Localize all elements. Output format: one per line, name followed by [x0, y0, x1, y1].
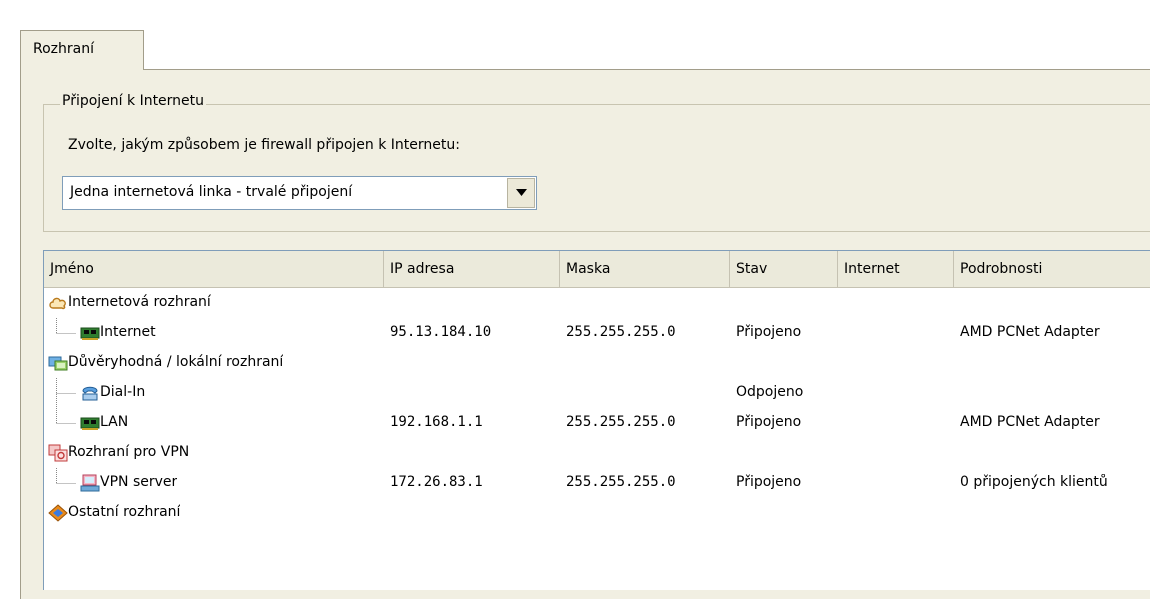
tab-rozhrani[interactable]: Rozhraní: [20, 30, 144, 70]
ip-cell: 172.26.83.1: [390, 474, 483, 490]
name-cell: Důvěryhodná / lokální rozhraní: [68, 354, 284, 370]
mask-cell: 255.255.255.0: [566, 324, 676, 340]
name-cell: Internetová rozhraní: [68, 294, 211, 310]
column-header-name[interactable]: Jméno: [44, 251, 384, 287]
name-cell: Dial-In: [100, 384, 146, 400]
status-cell: Odpojeno: [736, 384, 804, 400]
tree-connector: [56, 378, 76, 408]
interfaces-list[interactable]: Jméno IP adresa Maska Stav Internet Podr…: [43, 250, 1150, 590]
column-header-status[interactable]: Stav: [730, 251, 838, 287]
chevron-down-icon: [516, 189, 527, 196]
tree-connector: [56, 468, 76, 498]
table-row[interactable]: Internetová rozhraní: [44, 288, 1150, 318]
connection-mode-value: Jedna internetová linka - trvalé připoje…: [70, 184, 353, 200]
ip-cell: 192.168.1.1: [390, 414, 483, 430]
table-row[interactable]: Internet 95.13.184.10 255.255.255.0 Připoje…: [44, 318, 1150, 348]
name-cell: VPN server: [100, 474, 178, 490]
other-interfaces-icon: [48, 504, 68, 522]
status-cell: Připojeno: [736, 414, 802, 430]
name-cell: Ostatní rozhraní: [68, 504, 181, 520]
table-row[interactable]: Rozhraní pro VPN: [44, 438, 1150, 468]
connection-prompt: Zvolte, jakým způsobem je firewall připo…: [68, 137, 460, 153]
table-row[interactable]: VPN server 172.26.83.1 255.255.255.0 Připoj…: [44, 468, 1150, 498]
vpn-server-icon: [80, 474, 100, 492]
dropdown-button[interactable]: [507, 178, 535, 208]
column-header-internet[interactable]: Internet: [838, 251, 954, 287]
tab-label: Rozhraní: [33, 41, 94, 57]
computers-icon: [48, 354, 68, 372]
details-cell: AMD PCNet Adapter: [960, 324, 1100, 340]
table-row[interactable]: LAN 192.168.1.1 255.255.255.0 Připojeno AMD …: [44, 408, 1150, 438]
list-header: Jméno IP adresa Maska Stav Internet Podr…: [44, 251, 1150, 288]
connection-groupbox: [43, 104, 1150, 232]
name-cell: Rozhraní pro VPN: [68, 444, 190, 460]
connection-group-title: Připojení k Internetu: [60, 93, 207, 109]
name-cell: LAN: [100, 414, 129, 430]
status-cell: Připojeno: [736, 474, 802, 490]
status-cell: Připojeno: [736, 324, 802, 340]
connection-mode-select[interactable]: Jedna internetová linka - trvalé připoje…: [62, 176, 537, 210]
network-card-icon: [80, 414, 100, 432]
column-header-details[interactable]: Podrobnosti: [954, 251, 1150, 287]
details-cell: 0 připojených klientů: [960, 474, 1108, 490]
mask-cell: 255.255.255.0: [566, 474, 676, 490]
modem-icon: [80, 384, 98, 402]
ip-cell: 95.13.184.10: [390, 324, 492, 340]
table-row[interactable]: Ostatní rozhraní: [44, 498, 1150, 528]
table-row[interactable]: Dial-In Odpojeno: [44, 378, 1150, 408]
vpn-group-icon: [48, 444, 68, 462]
tree-connector: [56, 318, 76, 348]
column-header-ip[interactable]: IP adresa: [384, 251, 560, 287]
details-cell: AMD PCNet Adapter: [960, 414, 1100, 430]
cloud-icon: [48, 294, 66, 312]
name-cell: Internet: [100, 324, 156, 340]
mask-cell: 255.255.255.0: [566, 414, 676, 430]
network-card-icon: [80, 324, 100, 342]
table-row[interactable]: Důvěryhodná / lokální rozhraní: [44, 348, 1150, 378]
tree-connector: [56, 408, 76, 438]
column-header-mask[interactable]: Maska: [560, 251, 730, 287]
